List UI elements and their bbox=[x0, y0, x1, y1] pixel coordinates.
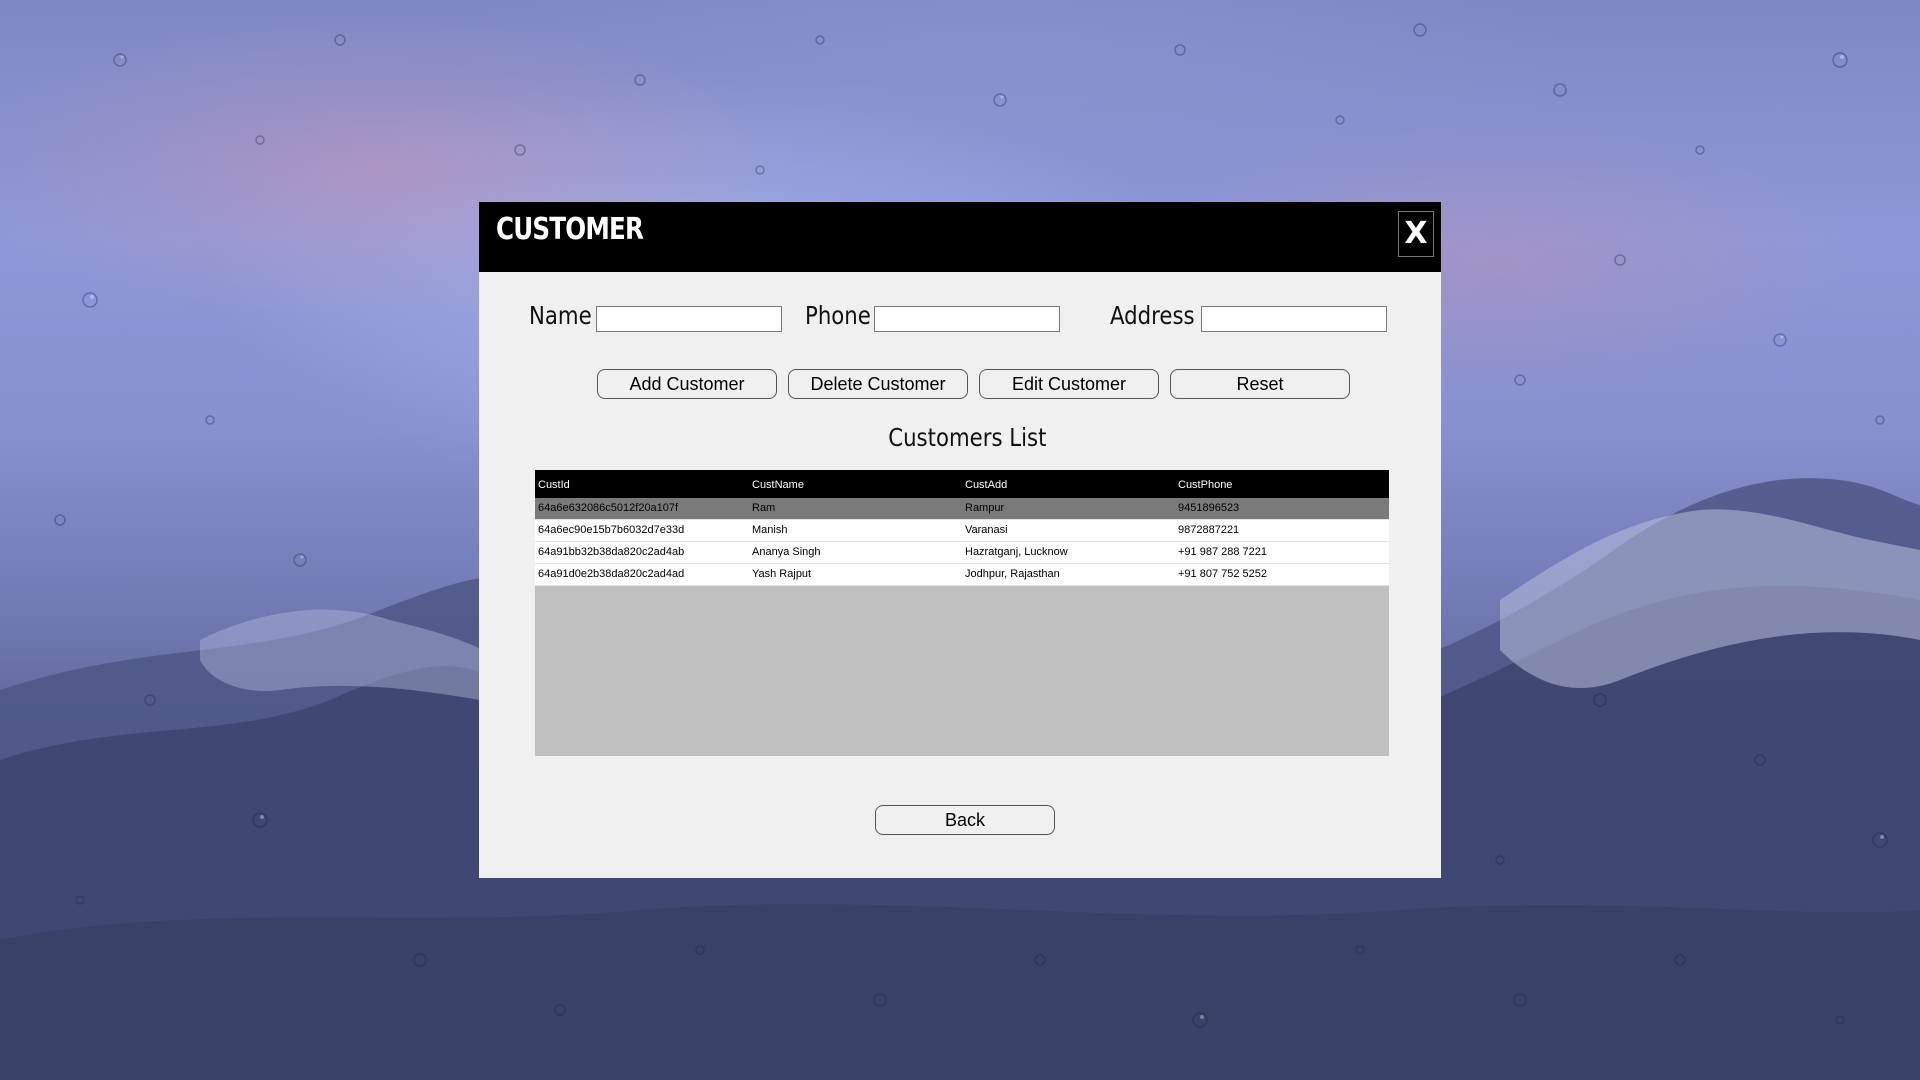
title-bar: CUSTOMER X bbox=[479, 202, 1441, 272]
cell-custphone: +91 987 288 7221 bbox=[1178, 546, 1268, 558]
name-input[interactable] bbox=[596, 306, 782, 332]
table-row[interactable]: 64a91d0e2b38da820c2ad4ad Yash Rajput Jod… bbox=[535, 564, 1389, 586]
customers-table[interactable]: CustId CustName CustAdd CustPhone 64a6e6… bbox=[535, 470, 1389, 756]
cell-custphone: 9872887221 bbox=[1178, 524, 1240, 536]
cell-custadd: Jodhpur, Rajasthan bbox=[965, 568, 1060, 580]
table-row[interactable]: 64a6e632086c5012f20a107f Ram Rampur 9451… bbox=[535, 498, 1389, 520]
cell-custadd: Hazratganj, Lucknow bbox=[965, 546, 1068, 558]
cell-custname: Ram bbox=[752, 502, 776, 514]
reset-button[interactable]: Reset bbox=[1170, 369, 1350, 399]
address-label: Address bbox=[1110, 301, 1195, 330]
column-header-custname[interactable]: CustName bbox=[752, 479, 804, 491]
customer-dialog: CUSTOMER X Name Phone Address Add Custom… bbox=[479, 202, 1441, 878]
cell-custphone: +91 807 752 5252 bbox=[1178, 568, 1268, 580]
column-header-custadd[interactable]: CustAdd bbox=[965, 479, 1007, 491]
edit-customer-button[interactable]: Edit Customer bbox=[979, 369, 1159, 399]
cell-custname: Manish bbox=[752, 524, 788, 536]
cell-custphone: 9451896523 bbox=[1178, 502, 1240, 514]
cell-custid: 64a6e632086c5012f20a107f bbox=[538, 502, 679, 514]
name-label: Name bbox=[529, 301, 592, 330]
phone-input[interactable] bbox=[874, 306, 1060, 332]
cell-custid: 64a6ec90e15b7b6032d7e33d bbox=[538, 524, 685, 536]
table-row[interactable]: 64a91bb32b38da820c2ad4ab Ananya Singh Ha… bbox=[535, 542, 1389, 564]
cell-custid: 64a91d0e2b38da820c2ad4ad bbox=[538, 568, 685, 580]
cell-custadd: Rampur bbox=[965, 502, 1005, 514]
cell-custid: 64a91bb32b38da820c2ad4ab bbox=[538, 546, 685, 558]
column-header-custphone[interactable]: CustPhone bbox=[1178, 479, 1232, 491]
close-button[interactable]: X bbox=[1398, 211, 1434, 257]
customers-list-title: Customers List bbox=[888, 423, 1047, 452]
phone-label: Phone bbox=[805, 301, 871, 330]
cell-custname: Yash Rajput bbox=[752, 568, 812, 580]
back-button[interactable]: Back bbox=[875, 805, 1055, 835]
table-row[interactable]: 64a6ec90e15b7b6032d7e33d Manish Varanasi… bbox=[535, 520, 1389, 542]
cell-custadd: Varanasi bbox=[965, 524, 1008, 536]
column-header-custid[interactable]: CustId bbox=[538, 479, 570, 491]
table-header: CustId CustName CustAdd CustPhone bbox=[535, 470, 1389, 498]
address-input[interactable] bbox=[1201, 306, 1387, 332]
cell-custname: Ananya Singh bbox=[752, 546, 821, 558]
add-customer-button[interactable]: Add Customer bbox=[597, 369, 777, 399]
window-title: CUSTOMER bbox=[496, 212, 644, 247]
delete-customer-button[interactable]: Delete Customer bbox=[788, 369, 968, 399]
